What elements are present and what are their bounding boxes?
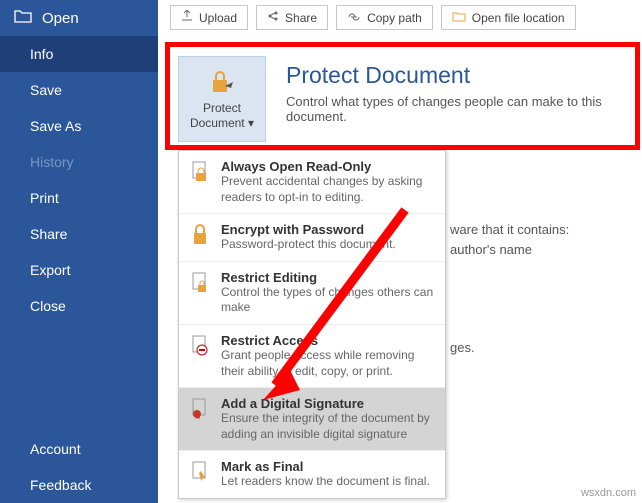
copypath-label: Copy path	[367, 11, 422, 25]
protect-dropdown-menu: Always Open Read-OnlyPrevent accidental …	[178, 150, 446, 499]
restrict-access-icon	[189, 333, 211, 379]
share-icon	[267, 10, 279, 25]
nav-info[interactable]: Info	[0, 36, 158, 72]
nav-feedback[interactable]: Feedback	[0, 467, 158, 503]
menu-desc: Control the types of changes others can …	[221, 285, 435, 316]
protect-tile-label: Protect Document ▾	[179, 101, 265, 130]
chevron-down-icon: ▾	[248, 116, 254, 130]
openloc-label: Open file location	[472, 11, 565, 25]
open-button[interactable]: Open	[0, 0, 158, 36]
protect-title: Protect Document	[286, 62, 470, 89]
menu-title: Encrypt with Password	[221, 222, 435, 237]
menu-desc: Password-protect this document.	[221, 237, 435, 253]
nav-save[interactable]: Save	[0, 72, 158, 108]
menu-title: Restrict Access	[221, 333, 435, 348]
menu-desc: Let readers know the document is final.	[221, 474, 435, 490]
upload-icon	[181, 10, 193, 25]
nav-saveas[interactable]: Save As	[0, 108, 158, 144]
encrypt-icon	[189, 222, 211, 253]
menu-title: Restrict Editing	[221, 270, 435, 285]
menu-restrict-editing[interactable]: Restrict EditingControl the types of cha…	[179, 262, 445, 325]
lock-icon	[207, 68, 237, 99]
share-label: Share	[285, 11, 317, 25]
menu-title: Mark as Final	[221, 459, 435, 474]
protect-subtitle: Control what types of changes people can…	[286, 94, 642, 124]
final-icon	[189, 459, 211, 490]
upload-label: Upload	[199, 11, 237, 25]
link-icon	[347, 11, 361, 25]
menu-title: Add a Digital Signature	[221, 396, 435, 411]
folder-icon	[452, 11, 466, 25]
watermark: wsxdn.com	[581, 487, 636, 499]
restrict-edit-icon	[189, 270, 211, 316]
nav-list: Info Save Save As History Print Share Ex…	[0, 36, 158, 324]
folder-open-icon	[14, 9, 32, 27]
backstage-sidebar: Open Info Save Save As History Print Sha…	[0, 0, 158, 503]
top-toolbar: Upload Share Copy path Open file locatio…	[170, 5, 576, 30]
menu-mark-final[interactable]: Mark as FinalLet readers know the docume…	[179, 451, 445, 498]
menu-title: Always Open Read-Only	[221, 159, 435, 174]
openloc-button[interactable]: Open file location	[441, 5, 576, 30]
upload-button[interactable]: Upload	[170, 5, 248, 30]
nav-export[interactable]: Export	[0, 252, 158, 288]
signature-icon	[189, 396, 211, 442]
menu-encrypt[interactable]: Encrypt with PasswordPassword-protect th…	[179, 214, 445, 262]
protect-document-tile[interactable]: Protect Document ▾	[178, 56, 266, 142]
background-text-2: ges.	[450, 340, 475, 355]
menu-desc: Ensure the integrity of the document by …	[221, 411, 435, 442]
nav-close[interactable]: Close	[0, 288, 158, 324]
nav-print[interactable]: Print	[0, 180, 158, 216]
menu-restrict-access[interactable]: Restrict AccessGrant people access while…	[179, 325, 445, 388]
nav-bottom: Account Feedback	[0, 431, 158, 503]
menu-desc: Prevent accidental changes by asking rea…	[221, 174, 435, 205]
menu-digital-signature[interactable]: Add a Digital SignatureEnsure the integr…	[179, 388, 445, 451]
menu-desc: Grant people access while removing their…	[221, 348, 435, 379]
background-text-1: ware that it contains: author's name	[450, 220, 569, 259]
share-button[interactable]: Share	[256, 5, 328, 30]
readonly-icon	[189, 159, 211, 205]
menu-read-only[interactable]: Always Open Read-OnlyPrevent accidental …	[179, 151, 445, 214]
nav-history: History	[0, 144, 158, 180]
nav-account[interactable]: Account	[0, 431, 158, 467]
open-label: Open	[42, 10, 79, 27]
nav-share[interactable]: Share	[0, 216, 158, 252]
copypath-button[interactable]: Copy path	[336, 5, 433, 30]
